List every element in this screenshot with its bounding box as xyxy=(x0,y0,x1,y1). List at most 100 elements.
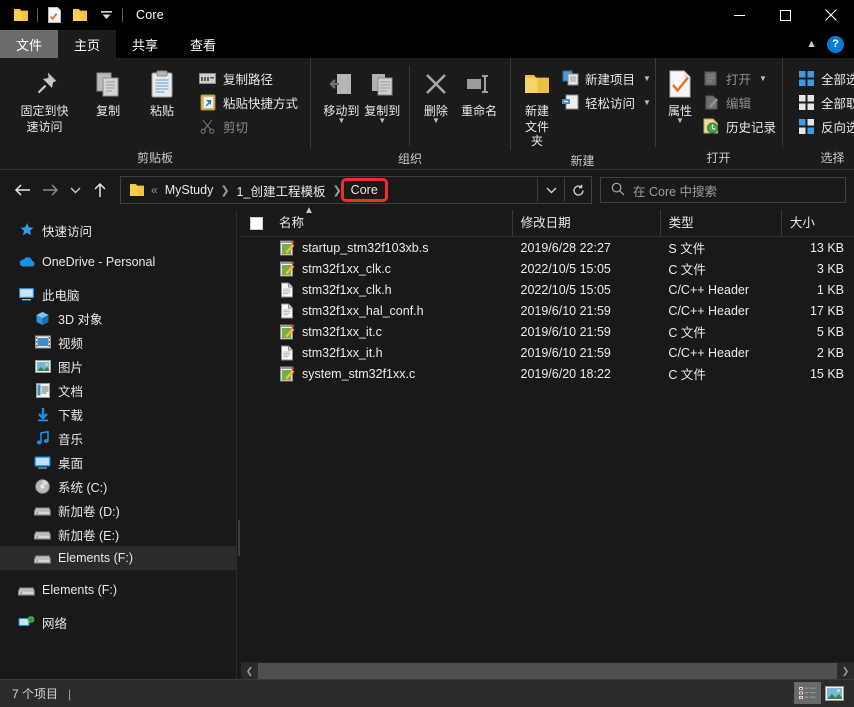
file-size: 15 KB xyxy=(809,366,844,381)
sidebar-item-system-c[interactable]: 系统 (C:) xyxy=(0,474,236,498)
folder-icon[interactable] xyxy=(67,3,93,27)
tab-share[interactable]: 共享 xyxy=(116,30,174,58)
ribbon-group-organize: 移动到 ▼ 复制到 ▼ 删除 ▼ 重命名 组织 xyxy=(310,58,510,169)
invert-selection-button[interactable]: 反向选择 xyxy=(793,114,854,138)
back-button[interactable] xyxy=(8,176,36,204)
sidebar-item-elements-f-root[interactable]: Elements (F:) xyxy=(0,578,236,602)
search-input[interactable]: 在 Core 中搜索 xyxy=(633,181,717,200)
breadcrumb-item-project-template[interactable]: 1_创建工程模板 xyxy=(232,179,331,202)
file-size: 17 KB xyxy=(809,303,844,318)
toolbar-divider xyxy=(37,8,38,22)
new-folder-label-line2: 文件夹 xyxy=(524,120,549,148)
breadcrumb-overflow[interactable]: « xyxy=(150,183,159,197)
table-row[interactable]: stm32f1xx_clk.h 2022/10/5 15:05 C/C++ He… xyxy=(241,279,854,300)
up-button[interactable] xyxy=(86,176,114,204)
new-folder-button[interactable]: 新建 文件夹 xyxy=(521,64,553,150)
paste-button[interactable]: 粘贴 xyxy=(135,64,189,120)
sidebar-item-elements-f[interactable]: Elements (F:) xyxy=(0,546,236,570)
delete-button[interactable]: 删除 ▼ xyxy=(415,64,456,126)
breadcrumb-item-core[interactable]: Core xyxy=(340,178,388,202)
select-none-button[interactable]: 全部取消 xyxy=(793,90,854,114)
scrollbar-thumb[interactable] xyxy=(258,663,837,679)
sidebar-item-videos[interactable]: 视频 xyxy=(0,330,236,354)
sidebar-item-downloads[interactable]: 下载 xyxy=(0,402,236,426)
select-all-checkbox[interactable] xyxy=(241,216,271,230)
sidebar-item-this-pc[interactable]: 此电脑 xyxy=(0,282,236,306)
pin-to-quick-access-button[interactable]: 固定到快 速访问 xyxy=(8,64,81,136)
folder-icon[interactable] xyxy=(8,3,34,27)
chevron-down-icon[interactable]: ▼ xyxy=(643,74,651,83)
file-date: 2019/6/20 18:22 xyxy=(520,366,611,381)
details-view-button[interactable] xyxy=(794,682,821,704)
history-button[interactable]: 历史记录 xyxy=(698,114,780,138)
sidebar-item-quick-access[interactable]: 快速访问 xyxy=(0,218,236,242)
paste-shortcut-label: 粘贴快捷方式 xyxy=(222,96,298,111)
select-all-button[interactable]: 全部选择 xyxy=(793,66,854,90)
sidebar-item-network[interactable]: 网络 xyxy=(0,610,236,634)
sidebar-item-documents[interactable]: 文档 xyxy=(0,378,236,402)
copy-path-button[interactable]: 复制路径 xyxy=(195,66,302,90)
pane-splitter[interactable] xyxy=(237,210,241,679)
minimize-button[interactable] xyxy=(716,0,762,30)
close-button[interactable] xyxy=(808,0,854,30)
maximize-button[interactable] xyxy=(762,0,808,30)
help-button[interactable]: ? xyxy=(827,35,844,53)
history-label: 历史记录 xyxy=(726,120,777,135)
file-type: C/C++ Header xyxy=(668,282,750,297)
search-icon xyxy=(611,182,625,199)
scroll-right-button[interactable]: ❯ xyxy=(837,663,854,679)
chevron-down-icon[interactable]: ▼ xyxy=(643,98,651,107)
sidebar-item-3d-objects[interactable]: 3D 对象 xyxy=(0,306,236,330)
horizontal-scrollbar[interactable]: ❮ ❯ xyxy=(241,662,854,679)
sidebar-item-desktop[interactable]: 桌面 xyxy=(0,450,236,474)
move-to-button[interactable]: 移动到 ▼ xyxy=(321,64,362,126)
refresh-button[interactable] xyxy=(564,178,591,202)
search-box[interactable]: 在 Core 中搜索 xyxy=(600,177,846,203)
chevron-right-icon[interactable]: ❯ xyxy=(219,184,230,197)
chevron-down-icon[interactable]: ▼ xyxy=(337,117,345,125)
chevron-right-icon[interactable]: ❯ xyxy=(331,184,342,197)
column-header-size[interactable]: 大小 xyxy=(782,210,854,236)
easy-access-button[interactable]: 轻松访问 ▼ xyxy=(557,90,655,114)
cut-button: 剪切 xyxy=(195,114,302,138)
file-name: stm32f1xx_hal_conf.h xyxy=(302,303,424,318)
breadcrumb-item-mystudy[interactable]: MyStudy xyxy=(160,181,219,199)
chevron-down-icon[interactable]: ▼ xyxy=(432,117,440,125)
drive-icon xyxy=(34,502,51,519)
sidebar-item-pictures[interactable]: 图片 xyxy=(0,354,236,378)
table-row[interactable]: stm32f1xx_it.c 2019/6/10 21:59 C 文件 5 KB xyxy=(241,321,854,342)
onedrive-icon xyxy=(18,254,35,271)
properties-button[interactable]: 属性 ▼ xyxy=(666,64,694,126)
sidebar-item-drive-e[interactable]: 新加卷 (E:) xyxy=(0,522,236,546)
properties-icon[interactable] xyxy=(41,3,67,27)
sidebar-item-onedrive[interactable]: OneDrive - Personal xyxy=(0,250,236,274)
scroll-left-button[interactable]: ❮ xyxy=(241,663,258,679)
sidebar-item-music[interactable]: 音乐 xyxy=(0,426,236,450)
copy-to-button[interactable]: 复制到 ▼ xyxy=(362,64,403,126)
tab-file[interactable]: 文件 xyxy=(0,30,59,58)
table-row[interactable]: stm32f1xx_clk.c 2022/10/5 15:05 C 文件 3 K… xyxy=(241,258,854,279)
tab-home[interactable]: 主页 xyxy=(58,30,117,58)
breadcrumb-bar[interactable]: « MyStudy ❯ 1_创建工程模板 ❯ Core xyxy=(120,176,592,204)
table-row[interactable]: stm32f1xx_it.h 2019/6/10 21:59 C/C++ Hea… xyxy=(241,342,854,363)
column-header-date[interactable]: 修改日期 xyxy=(513,210,661,236)
table-row[interactable]: stm32f1xx_hal_conf.h 2019/6/10 21:59 C/C… xyxy=(241,300,854,321)
table-row[interactable]: startup_stm32f103xb.s 2019/6/28 22:27 S … xyxy=(241,237,854,258)
chevron-down-icon[interactable]: ▼ xyxy=(378,117,386,125)
sidebar-item-drive-d[interactable]: 新加卷 (D:) xyxy=(0,498,236,522)
paste-shortcut-button[interactable]: 粘贴快捷方式 xyxy=(195,90,302,114)
recent-locations-button[interactable] xyxy=(64,176,86,204)
address-dropdown-button[interactable] xyxy=(537,178,564,202)
tab-view[interactable]: 查看 xyxy=(174,30,232,58)
chevron-down-icon[interactable]: ▼ xyxy=(676,117,684,125)
large-icons-view-button[interactable] xyxy=(821,682,848,704)
table-row[interactable]: system_stm32f1xx.c 2019/6/20 18:22 C 文件 … xyxy=(241,363,854,384)
dropdown-icon[interactable] xyxy=(93,3,119,27)
chevron-up-icon[interactable]: ▲ xyxy=(802,38,821,50)
column-header-type[interactable]: 类型 xyxy=(661,210,782,236)
copy-button[interactable]: 复制 xyxy=(81,64,135,120)
new-item-button[interactable]: 新建项目 ▼ xyxy=(557,66,655,90)
forward-button[interactable] xyxy=(36,176,64,204)
file-name: startup_stm32f103xb.s xyxy=(302,240,429,255)
rename-button[interactable]: 重命名 xyxy=(456,64,502,120)
